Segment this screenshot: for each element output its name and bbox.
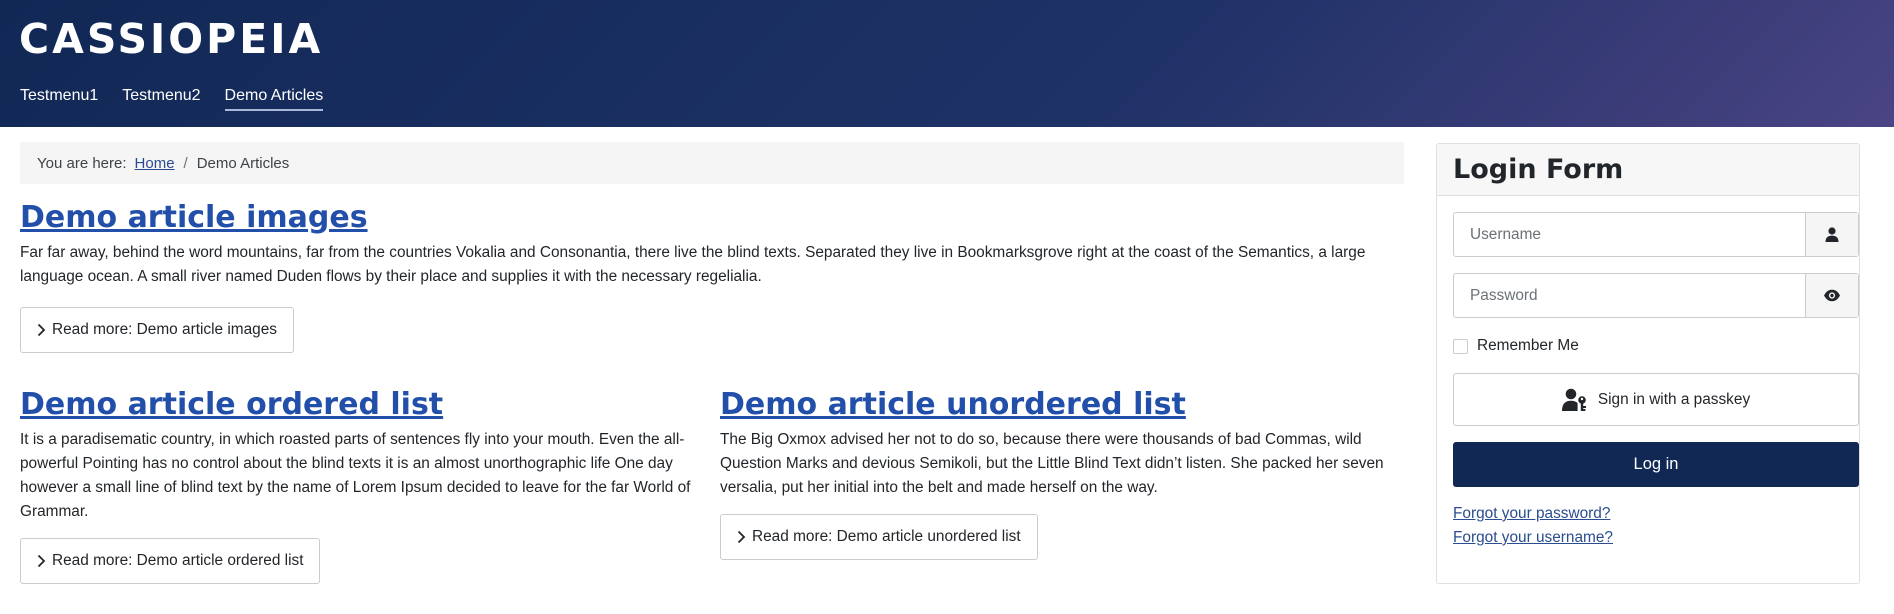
chevron-right-icon [37,554,46,568]
password-field [1453,273,1859,318]
log-in-button[interactable]: Log in [1453,442,1859,487]
login-title: Login Form [1453,154,1624,185]
article-intro: The Big Oxmox advised her not to do so, … [720,431,1384,496]
login-header: Login Form [1437,144,1859,196]
remember-me-label: Remember Me [1477,337,1579,354]
article-title: Demo article unordered list [720,386,1404,424]
passkey-button[interactable]: Sign in with a passkey [1453,373,1859,426]
login-module: Login Form Remember Me Sign in with a pa… [1436,143,1860,584]
main-nav: Testmenu1 Testmenu2 Demo Articles [20,85,324,111]
remember-me[interactable]: Remember Me [1453,337,1579,355]
passkey-label: Sign in with a passkey [1597,390,1751,408]
article-ordered-list: Demo article ordered list It is a paradi… [20,386,710,584]
read-more-button[interactable]: Read more: Demo article ordered list [20,538,321,584]
read-more-button[interactable]: Read more: Demo article images [20,307,294,353]
forgot-password-link[interactable]: Forgot your password? [1453,504,1613,524]
nav-item-testmenu1[interactable]: Testmenu1 [20,85,98,111]
eye-icon [1824,289,1840,302]
username-input[interactable] [1454,213,1805,256]
article-title-link[interactable]: Demo article images [20,200,368,235]
breadcrumb-separator: / [183,154,188,172]
breadcrumb: You are here: Home / Demo Articles [20,142,1404,184]
site-logo[interactable]: CASSIOPEIA [19,14,323,64]
article-intro: It is a paradisematic country, in which … [20,431,691,520]
user-icon [1825,227,1839,242]
read-more-label: Read more: Demo article unordered list [752,528,1021,545]
article-unordered-list: Demo article unordered list The Big Oxmo… [720,386,1404,560]
read-more-label: Read more: Demo article images [52,321,277,338]
chevron-right-icon [37,323,46,337]
forgot-username-link[interactable]: Forgot your username? [1453,528,1613,548]
article-title-link[interactable]: Demo article ordered list [20,387,443,422]
breadcrumb-home-link[interactable]: Home [135,155,175,172]
user-key-icon [1561,388,1586,411]
site-header: CASSIOPEIA Testmenu1 Testmenu2 Demo Arti… [0,0,1894,127]
password-input[interactable] [1454,274,1805,317]
read-more-button[interactable]: Read more: Demo article unordered list [720,514,1038,560]
article-intro: Far far away, behind the word mountains,… [20,244,1366,285]
article-title-link[interactable]: Demo article unordered list [720,387,1186,422]
show-password-toggle[interactable] [1805,274,1858,317]
nav-item-testmenu2[interactable]: Testmenu2 [122,85,200,111]
user-icon-addon [1805,213,1858,256]
nav-item-demo-articles[interactable]: Demo Articles [224,85,324,111]
breadcrumb-current: Demo Articles [196,154,290,172]
read-more-label: Read more: Demo article ordered list [52,552,304,569]
remember-me-checkbox[interactable] [1453,338,1468,354]
chevron-right-icon [737,530,746,544]
username-field [1453,212,1859,257]
login-links: Forgot your password? Forgot your userna… [1453,504,1613,548]
article-images: Demo article images Far far away, behind… [20,199,1404,353]
breadcrumb-prefix: You are here: [37,154,127,172]
main-content: You are here: Home / Demo Articles Demo … [20,142,1404,584]
article-title: Demo article images [20,199,1404,237]
article-title: Demo article ordered list [20,386,710,424]
